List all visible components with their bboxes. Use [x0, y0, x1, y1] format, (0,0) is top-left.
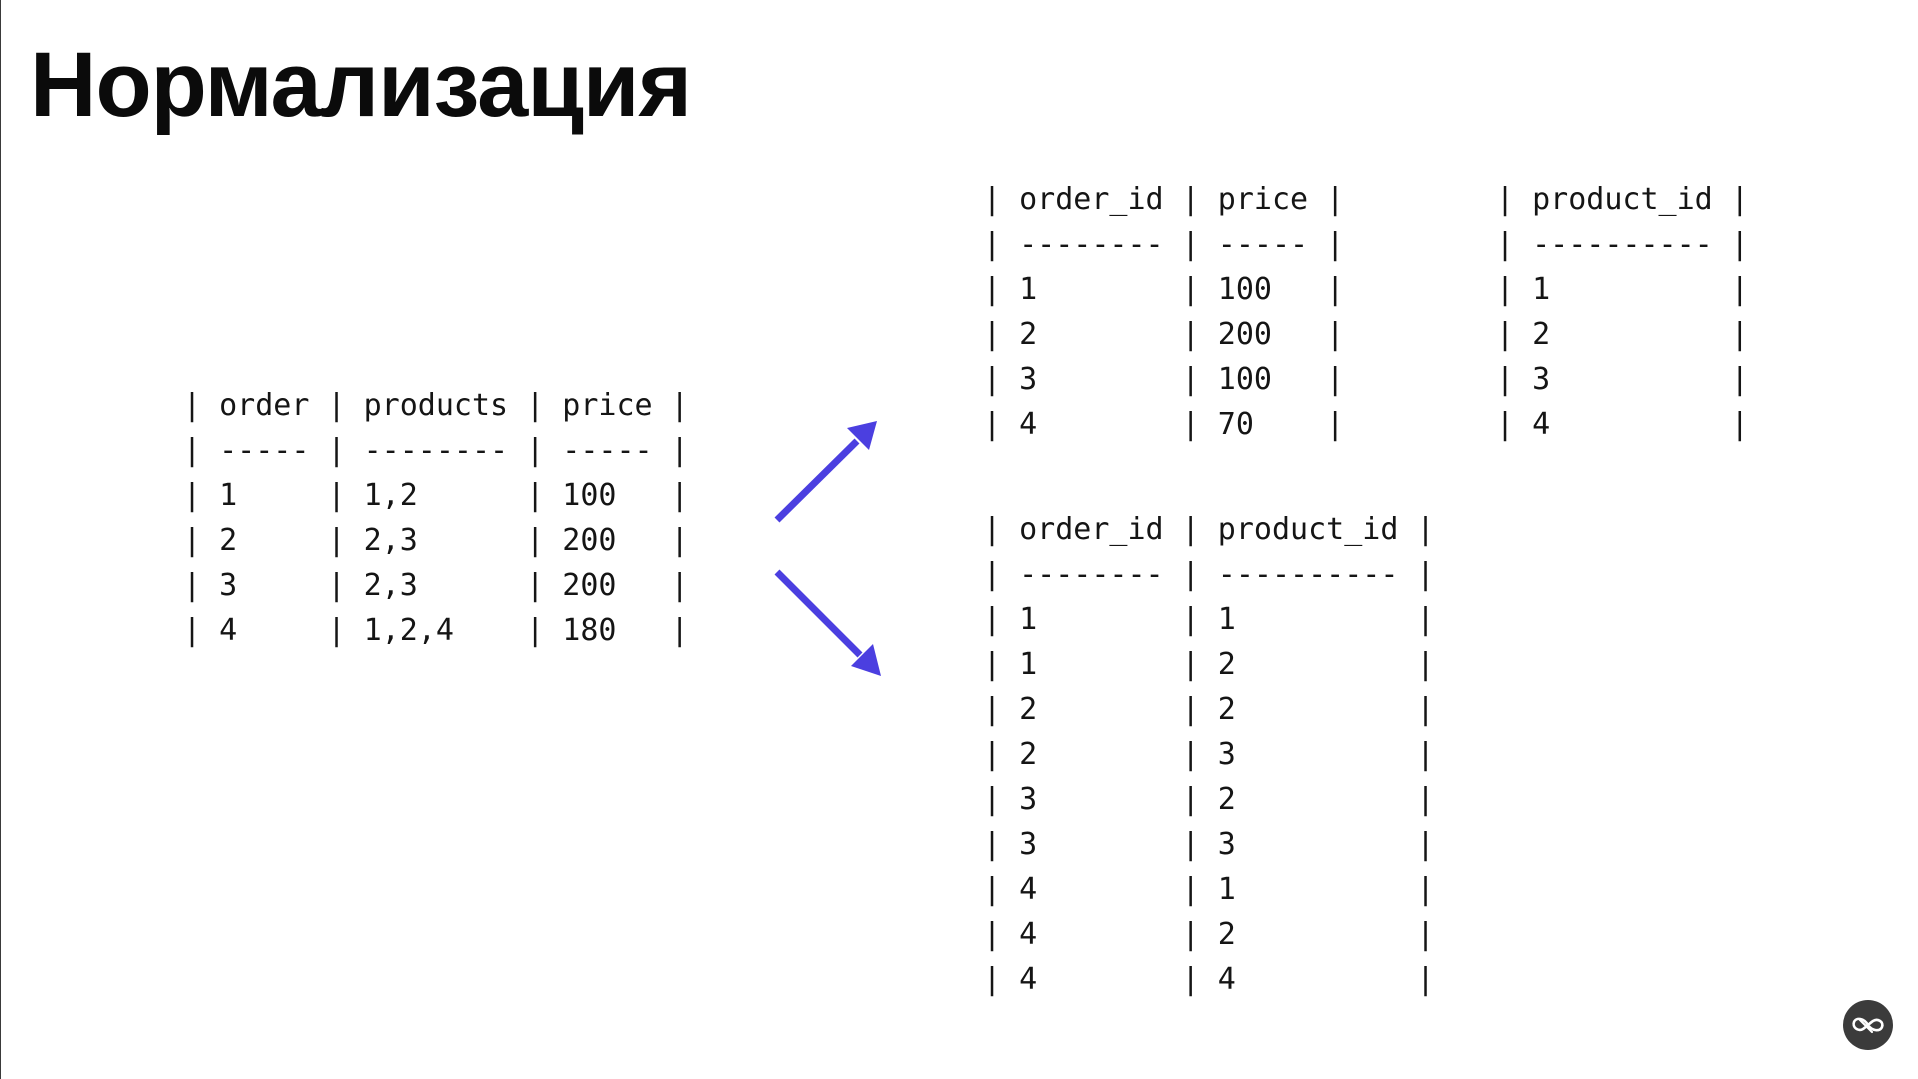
arrow-up-right-icon — [774, 421, 877, 523]
order-price-table-header: | order_id | price | — [983, 182, 1345, 217]
slide-title: Нормализация — [30, 34, 692, 136]
products-table-row: | 2 | — [1496, 317, 1749, 352]
orders-table-row: | 2 | 2,3 | 200 | — [183, 523, 689, 558]
order-price-table-separator: | -------- | ----- | — [983, 227, 1345, 262]
order-products-table: | order_id | product_id | | -------- | -… — [983, 507, 1435, 1002]
orders-table-row: | 1 | 1,2 | 100 | — [183, 478, 689, 513]
orders-table-row: | 4 | 1,2,4 | 180 | — [183, 613, 689, 648]
order-price-table-row: | 1 | 100 | — [983, 272, 1345, 307]
order-products-table-row: | 2 | 2 | — [983, 692, 1435, 727]
window-left-edge — [0, 0, 1, 1079]
order-products-table-row: | 3 | 3 | — [983, 827, 1435, 862]
order-products-table-row: | 2 | 3 | — [983, 737, 1435, 772]
order-products-table-row: | 4 | 4 | — [983, 962, 1435, 997]
order-products-table-row: | 4 | 1 | — [983, 872, 1435, 907]
products-table-row: | 4 | — [1496, 407, 1749, 442]
orders-table-separator: | ----- | -------- | ----- | — [183, 433, 689, 468]
order-price-table-row: | 2 | 200 | — [983, 317, 1345, 352]
order-price-table: | order_id | price | | -------- | ----- … — [983, 177, 1344, 447]
infinity-logo-icon — [1852, 1017, 1884, 1034]
orders-table: | order | products | price | | ----- | -… — [183, 383, 689, 653]
order-products-table-row: | 1 | 2 | — [983, 647, 1435, 682]
order-products-table-row: | 4 | 2 | — [983, 917, 1435, 952]
products-table-separator: | ---------- | — [1496, 227, 1749, 262]
order-price-table-row: | 4 | 70 | — [983, 407, 1345, 442]
products-table-row: | 3 | — [1496, 362, 1749, 397]
order-price-table-row: | 3 | 100 | — [983, 362, 1345, 397]
order-products-table-separator: | -------- | ---------- | — [983, 557, 1435, 592]
order-products-table-row: | 3 | 2 | — [983, 782, 1435, 817]
products-table: | product_id | | ---------- | | 1 | | 2 … — [1496, 177, 1749, 447]
orders-table-header: | order | products | price | — [183, 388, 689, 423]
orders-table-row: | 3 | 2,3 | 200 | — [183, 568, 689, 603]
products-table-row: | 1 | — [1496, 272, 1749, 307]
order-products-table-row: | 1 | 1 | — [983, 602, 1435, 637]
order-products-table-header: | order_id | product_id | — [983, 512, 1435, 547]
products-table-header: | product_id | — [1496, 182, 1749, 217]
arrow-down-right-icon — [774, 569, 881, 676]
logo-badge-icon — [1843, 1000, 1893, 1050]
